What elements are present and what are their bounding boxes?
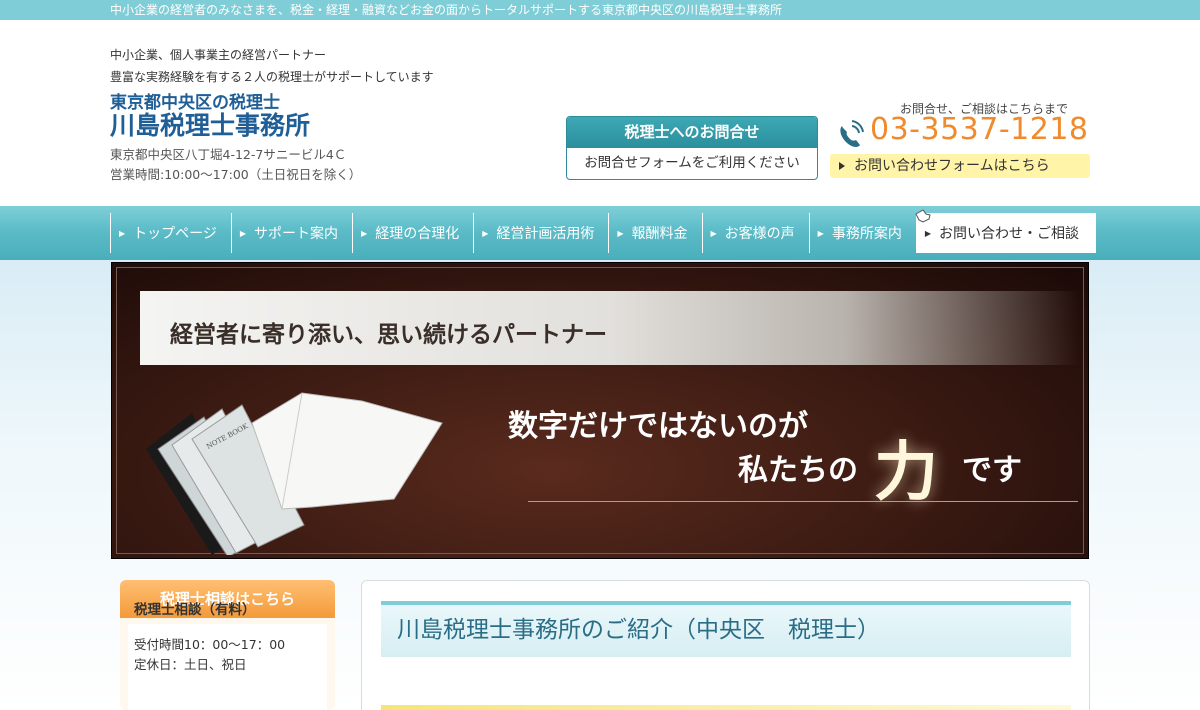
contact-form-box[interactable]: 税理士へのお問合せ お問合せフォームをご利用ください — [566, 116, 818, 180]
business-hours: 営業時間:10:00～17:00（土日祝日を除く） — [110, 167, 362, 182]
nav-arrow-icon: ▶ — [482, 228, 489, 238]
hand-cursor-icon — [915, 209, 931, 223]
nav-arrow-icon: ▶ — [119, 228, 126, 238]
content-heading: 川島税理士事務所のご紹介（中央区 税理士） — [381, 601, 1071, 657]
sidebar-holidays: 定休日：土日、祝日 — [134, 657, 247, 672]
sidebar-reception-hours: 受付時間10：00～17：00 — [134, 637, 286, 652]
nav-item-accounting[interactable]: ▶ 経理の合理化 — [352, 213, 473, 253]
nav-item-label: 経理の合理化 — [375, 226, 460, 242]
hero-message-line2: 私たちの — [738, 453, 858, 488]
nav-item-planning[interactable]: ▶ 経営計画活用術 — [473, 213, 608, 253]
hero-message-emphasis: 力 — [874, 435, 938, 510]
contact-form-link-label: お問い合わせフォームはこちら — [854, 158, 1050, 174]
nav-item-label: 事務所案内 — [831, 226, 902, 242]
phone-icon — [840, 120, 864, 147]
nav-item-label: トップページ — [133, 226, 217, 242]
contact-form-link[interactable]: お問い合わせフォームはこちら — [830, 154, 1090, 178]
nav-arrow-icon: ▶ — [361, 228, 368, 238]
nav-item-fees[interactable]: ▶ 報酬料金 — [608, 213, 701, 253]
nav-arrow-icon: ▶ — [924, 228, 931, 238]
site-logo-title[interactable]: 川島税理士事務所 — [110, 106, 310, 142]
tagline-experience: 豊富な実務経験を有する２人の税理士がサポートしています — [110, 70, 434, 84]
global-nav: ▶ トップページ ▶ サポート案内 ▶ 経理の合理化 ▶ 経営計画活用術 ▶ 報… — [0, 206, 1200, 260]
nav-arrow-icon: ▶ — [817, 228, 824, 238]
contact-box-heading: 税理士へのお問合せ — [567, 117, 817, 148]
office-address: 東京都中央区八丁堀4-12-7サニービル4Ｃ — [110, 147, 347, 162]
nav-arrow-icon: ▶ — [617, 228, 624, 238]
nav-item-label: お問い合わせ・ご相談 — [938, 226, 1079, 242]
header: 中小企業、個人事業主の経営パートナー 豊富な実務経験を有する２人の税理士がサポー… — [0, 20, 1200, 206]
hero-banner: 経営者に寄り添い、思い続けるパートナー NOTE BOOK 数字だけではないのが… — [111, 262, 1089, 559]
sidebar-consultation-title: 税理士相談（有料） — [134, 602, 256, 618]
sidebar-consultation: 税理士相談はこちら 税理士相談（有料） 受付時間10：00～17：00 定休日：… — [120, 580, 335, 710]
notebooks-image: NOTE BOOK — [146, 392, 443, 555]
top-tagline-bar: 中小企業の経営者のみなさまを、税金・経理・融資などお金の面からトータルサポートす… — [0, 0, 1200, 20]
main-content: 川島税理士事務所のご紹介（中央区 税理士） — [361, 580, 1090, 710]
hero-divider — [528, 501, 1078, 502]
hero-slogan: 経営者に寄り添い、思い続けるパートナー — [170, 321, 607, 348]
content-accent-line — [381, 705, 1071, 710]
nav-item-top[interactable]: ▶ トップページ — [110, 213, 231, 253]
triangle-right-icon — [839, 162, 845, 170]
nav-item-voices[interactable]: ▶ お客様の声 — [701, 213, 809, 253]
nav-item-contact[interactable]: ▶ お問い合わせ・ご相談 — [915, 213, 1096, 253]
nav-arrow-icon: ▶ — [239, 228, 247, 238]
hero-message-line1: 数字だけではないのが — [508, 409, 808, 444]
nav-item-label: サポート案内 — [254, 226, 339, 242]
contact-box-text: お問合せフォームをご利用ください — [584, 155, 800, 171]
nav-list: ▶ トップページ ▶ サポート案内 ▶ 経理の合理化 ▶ 経営計画活用術 ▶ 報… — [110, 213, 1096, 253]
nav-arrow-icon: ▶ — [710, 228, 717, 238]
nav-item-support[interactable]: ▶ サポート案内 — [230, 213, 352, 253]
phone-number[interactable]: 03-3537-1218 — [870, 112, 1089, 147]
nav-item-label: 報酬料金 — [631, 226, 688, 242]
nav-item-label: お客様の声 — [724, 226, 795, 242]
top-tagline-text: 中小企業の経営者のみなさまを、税金・経理・融資などお金の面からトータルサポートす… — [110, 3, 783, 17]
tagline-partner: 中小企業、個人事業主の経営パートナー — [110, 48, 327, 62]
nav-item-office[interactable]: ▶ 事務所案内 — [808, 213, 916, 253]
hero-message-line3: です — [962, 453, 1022, 488]
nav-item-label: 経営計画活用術 — [496, 226, 595, 242]
